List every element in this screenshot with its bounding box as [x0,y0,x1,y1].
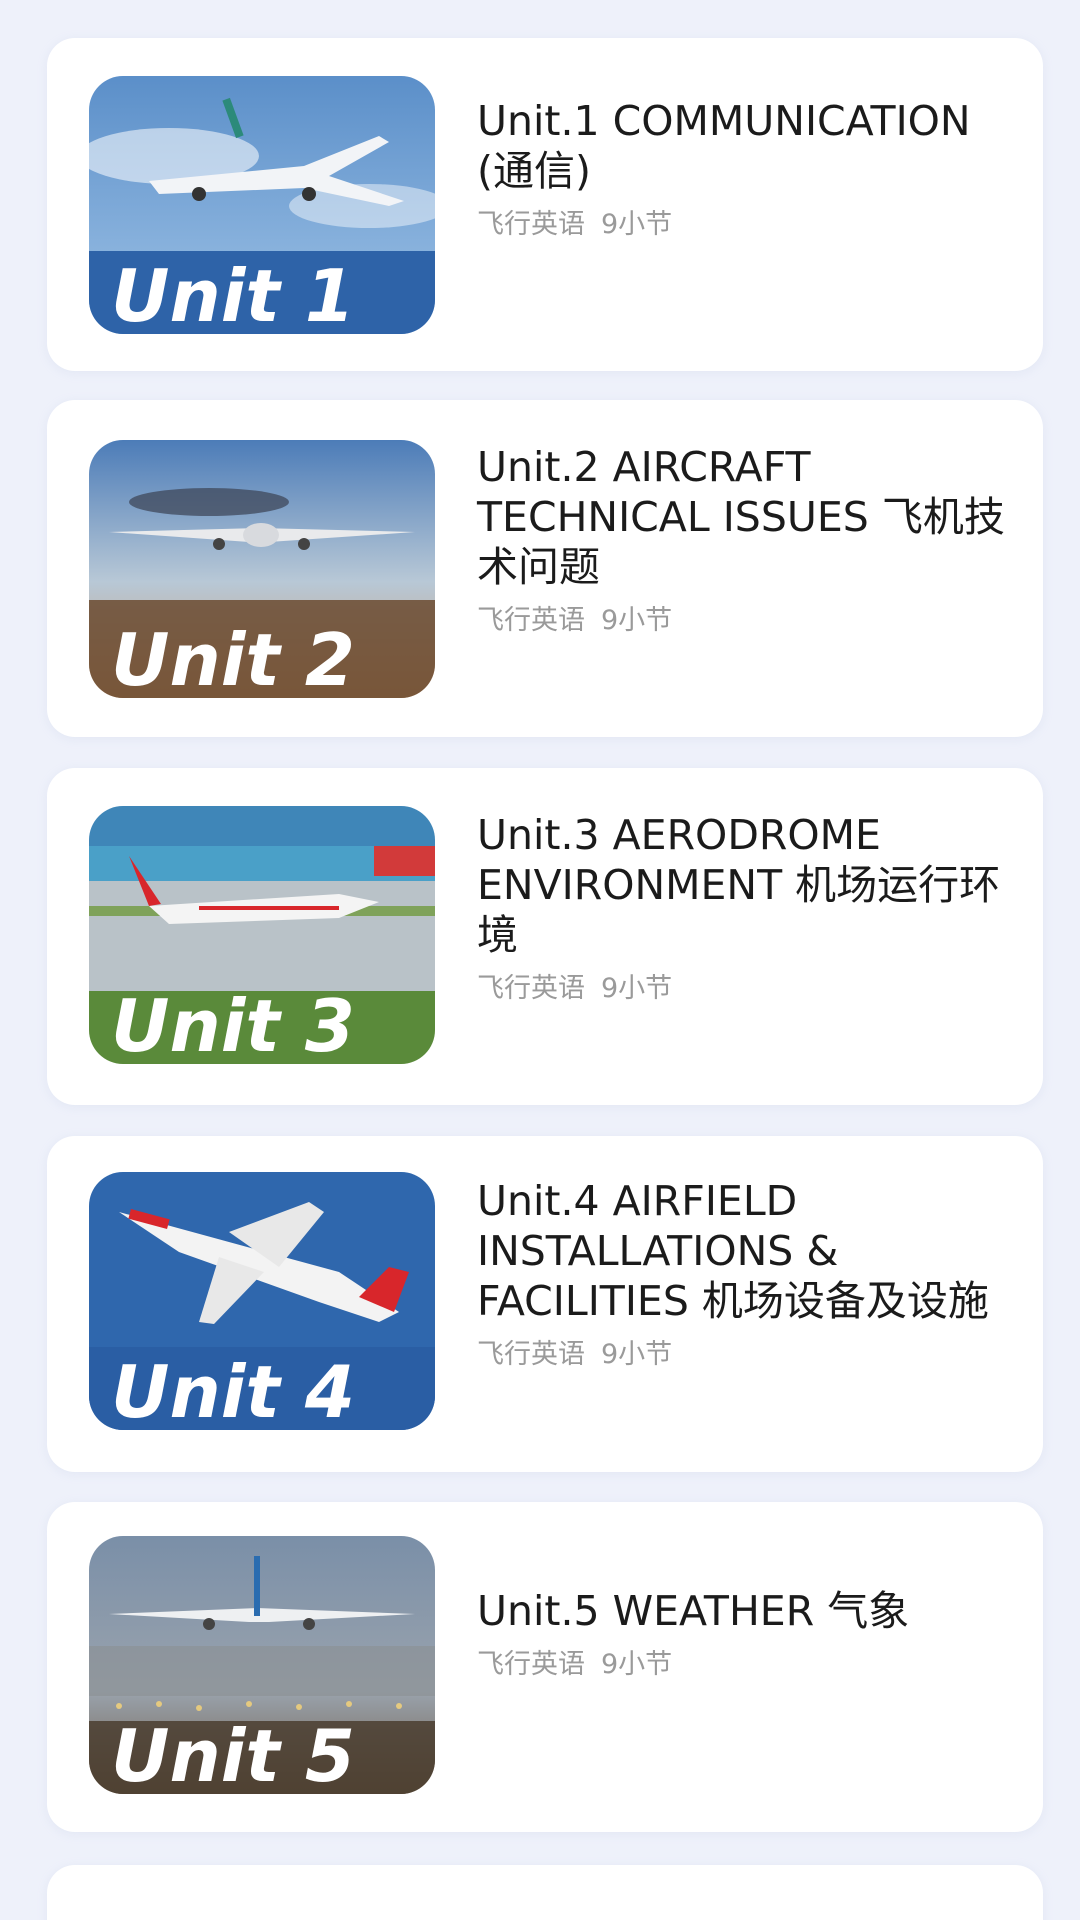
unit-card-2[interactable]: Unit 2 Unit.2 AIRCRAFT TECHNICAL ISSUES … [47,400,1043,737]
airplane-sunset-icon: Unit 2 [89,440,435,698]
unit-title: Unit.2 AIRCRAFT TECHNICAL ISSUES 飞机技术问题 [477,443,1005,591]
unit-card-text: Unit.5 WEATHER 气象 飞行英语 9小节 [477,1586,1017,1682]
airplane-runway-icon: Unit 3 [89,806,435,1064]
unit-card-4[interactable]: Unit 4 Unit.4 AIRFIELD INSTALLATIONS & F… [47,1136,1043,1472]
unit-title: Unit.4 AIRFIELD INSTALLATIONS & FACILITI… [477,1177,989,1325]
unit-lesson-count: 9小节 [601,1339,673,1370]
unit-lesson-count: 9小节 [601,973,673,1004]
unit-lesson-count: 9小节 [601,1649,673,1680]
unit-badge-text: Unit 4 [111,1350,355,1430]
airplane-landing-icon: Unit 5 [89,1536,435,1794]
unit-thumbnail-5: Unit 5 [89,1536,435,1794]
unit-thumbnail-1: Unit 1 [89,76,435,334]
unit-card-text: Unit.4 AIRFIELD INSTALLATIONS & FACILITI… [477,1176,1017,1372]
unit-card-6-partial[interactable] [47,1865,1043,1920]
unit-meta: 飞行英语 9小节 [477,1338,1017,1372]
unit-category: 飞行英语 [477,605,585,636]
unit-lesson-count: 9小节 [601,605,673,636]
unit-category: 飞行英语 [477,1649,585,1680]
unit-title: Unit.5 WEATHER 气象 [477,1587,910,1635]
unit-card-5[interactable]: Unit 5 Unit.5 WEATHER 气象 飞行英语 9小节 [47,1502,1043,1832]
unit-lesson-count: 9小节 [601,209,673,240]
unit-title: Unit.3 AERODROME ENVIRONMENT 机场运行环境 [477,811,1001,959]
unit-card-text: Unit.3 AERODROME ENVIRONMENT 机场运行环境 飞行英语… [477,810,1017,1006]
unit-category: 飞行英语 [477,1339,585,1370]
unit-meta: 飞行英语 9小节 [477,208,1017,242]
unit-category: 飞行英语 [477,973,585,1004]
unit-thumbnail-2: Unit 2 [89,440,435,698]
unit-thumbnail-3: Unit 3 [89,806,435,1064]
unit-meta: 飞行英语 9小节 [477,1648,1017,1682]
unit-card-text: Unit.2 AIRCRAFT TECHNICAL ISSUES 飞机技术问题 … [477,442,1017,638]
unit-card-text: Unit.1 COMMUNICATION (通信) 飞行英语 9小节 [477,96,1017,242]
unit-title: Unit.1 COMMUNICATION (通信) [477,97,971,195]
unit-thumbnail-4: Unit 4 [89,1172,435,1430]
airplane-sky-icon: Unit 1 [89,76,435,334]
unit-card-3[interactable]: Unit 3 Unit.3 AERODROME ENVIRONMENT 机场运行… [47,768,1043,1105]
unit-badge-text: Unit 2 [111,618,355,698]
unit-badge-text: Unit 1 [111,254,355,334]
unit-category: 飞行英语 [477,209,585,240]
unit-badge-text: Unit 5 [111,1714,355,1794]
unit-badge-text: Unit 3 [111,984,355,1064]
unit-card-1[interactable]: Unit 1 Unit.1 COMMUNICATION (通信) 飞行英语 9小节 [47,38,1043,371]
unit-meta: 飞行英语 9小节 [477,604,1017,638]
course-list-page: Unit 1 Unit.1 COMMUNICATION (通信) 飞行英语 9小节 [0,0,1080,1920]
unit-meta: 飞行英语 9小节 [477,972,1017,1006]
airplane-takeoff-icon: Unit 4 [89,1172,435,1430]
